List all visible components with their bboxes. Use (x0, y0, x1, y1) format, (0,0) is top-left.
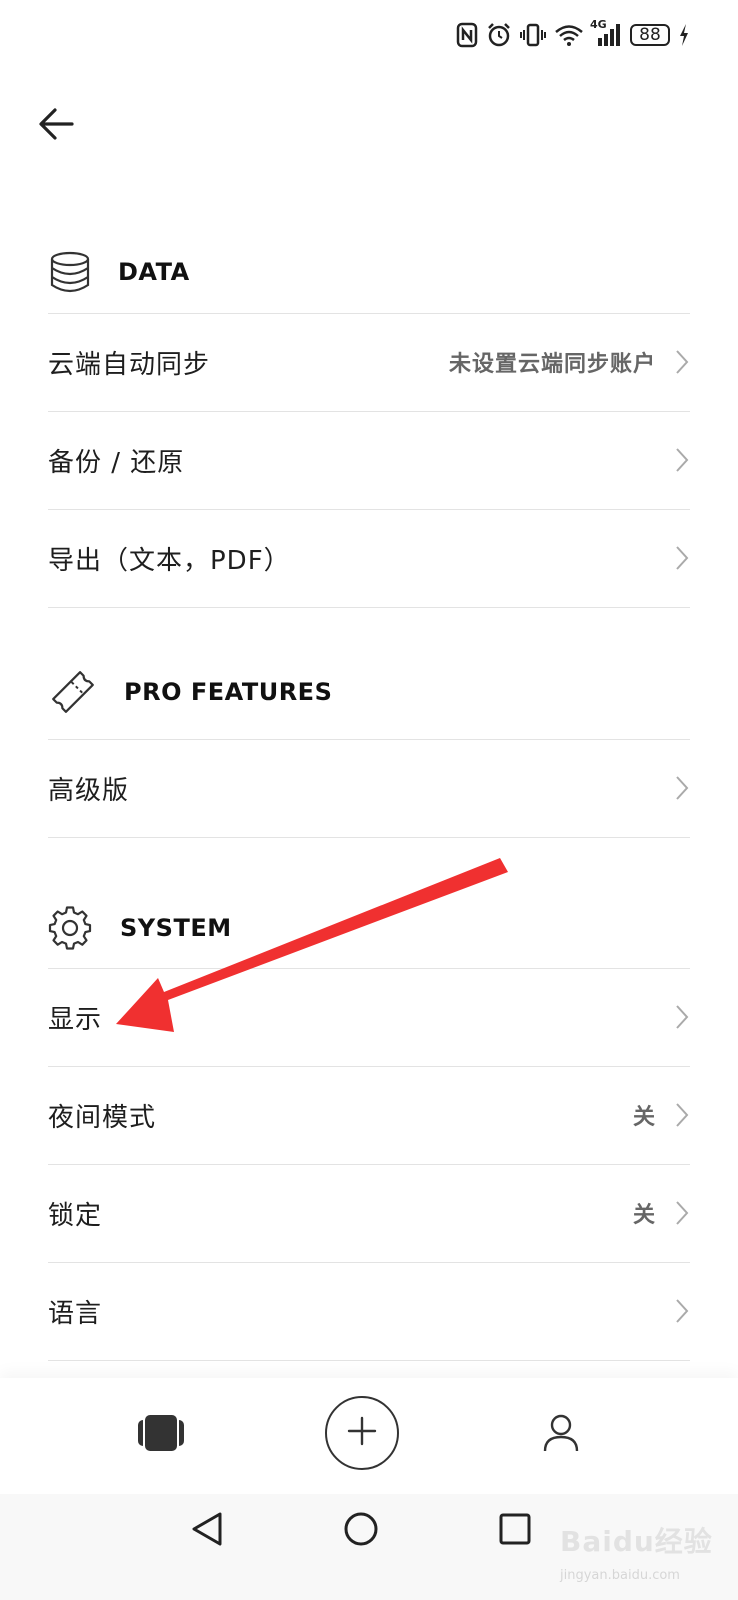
row-value: 关 (632, 1105, 656, 1130)
square-recents-icon (498, 1512, 532, 1550)
section-header-data: DATA (48, 232, 690, 312)
back-button[interactable] (34, 104, 78, 148)
chevron-right-icon (674, 775, 690, 801)
settings-row-language[interactable]: 语言 (48, 1262, 690, 1360)
settings-row-export[interactable]: 导出（文本，PDF） (48, 509, 690, 607)
tab-profile[interactable] (530, 1404, 592, 1466)
status-bar: 4G 88 (0, 0, 738, 72)
nav-back-button[interactable] (184, 1508, 230, 1554)
divider (48, 607, 690, 608)
ticket-icon (48, 667, 98, 717)
row-label: 夜间模式 (48, 1102, 157, 1133)
cellular-signal-icon: 4G (590, 18, 622, 48)
nav-recents-button[interactable] (492, 1508, 538, 1554)
chevron-right-icon (674, 349, 690, 375)
system-navigation-bar (0, 1494, 738, 1600)
row-label: 高级版 (48, 775, 130, 806)
notebook-stack-icon (136, 1413, 186, 1457)
gear-icon (48, 906, 92, 950)
bottom-tab-bar (0, 1378, 738, 1494)
plus-icon (347, 1416, 377, 1450)
row-label: 云端自动同步 (48, 349, 211, 380)
section-title-data: DATA (118, 258, 190, 286)
row-label: 锁定 (48, 1200, 103, 1231)
settings-row-cloud-sync[interactable]: 云端自动同步 未设置云端同步账户 (48, 313, 690, 411)
settings-row-lock[interactable]: 锁定 关 (48, 1164, 690, 1262)
row-label: 导出（文本，PDF） (48, 545, 291, 576)
arrow-left-icon (38, 107, 74, 145)
settings-row-night-mode[interactable]: 夜间模式 关 (48, 1066, 690, 1164)
vibrate-icon (520, 22, 546, 48)
database-icon (48, 250, 92, 294)
circle-home-icon (343, 1511, 379, 1551)
chevron-right-icon (674, 545, 690, 571)
chevron-right-icon (674, 1004, 690, 1030)
alarm-icon (486, 22, 512, 48)
section-title-system: SYSTEM (120, 914, 232, 942)
nav-home-button[interactable] (338, 1508, 384, 1554)
chevron-right-icon (674, 1102, 690, 1128)
settings-row-premium[interactable]: 高级版 (48, 739, 690, 837)
charging-icon (678, 23, 690, 47)
section-header-pro: PRO FEATURES (48, 652, 690, 732)
battery-indicator: 88 (630, 24, 670, 46)
triangle-back-icon (190, 1511, 224, 1551)
tab-notebooks[interactable] (130, 1404, 192, 1466)
chevron-right-icon (674, 447, 690, 473)
row-value: 未设置云端同步账户 (448, 352, 656, 377)
divider (48, 837, 690, 838)
row-label: 显示 (48, 1004, 103, 1035)
status-icons: 4G 88 (456, 18, 690, 50)
row-value: 关 (632, 1203, 656, 1228)
user-icon (541, 1413, 581, 1457)
section-title-pro: PRO FEATURES (124, 678, 333, 706)
section-header-system: SYSTEM (48, 888, 690, 968)
add-entry-button[interactable] (325, 1396, 399, 1470)
settings-row-display[interactable]: 显示 (48, 968, 690, 1066)
nfc-icon (456, 22, 478, 48)
settings-row-backup-restore[interactable]: 备份 / 还原 (48, 411, 690, 509)
chevron-right-icon (674, 1200, 690, 1226)
row-label: 语言 (48, 1298, 103, 1329)
chevron-right-icon (674, 1298, 690, 1324)
row-label: 备份 / 还原 (48, 447, 185, 478)
divider (48, 1360, 690, 1361)
wifi-icon (554, 23, 584, 47)
network-type-label: 4G (590, 18, 607, 31)
